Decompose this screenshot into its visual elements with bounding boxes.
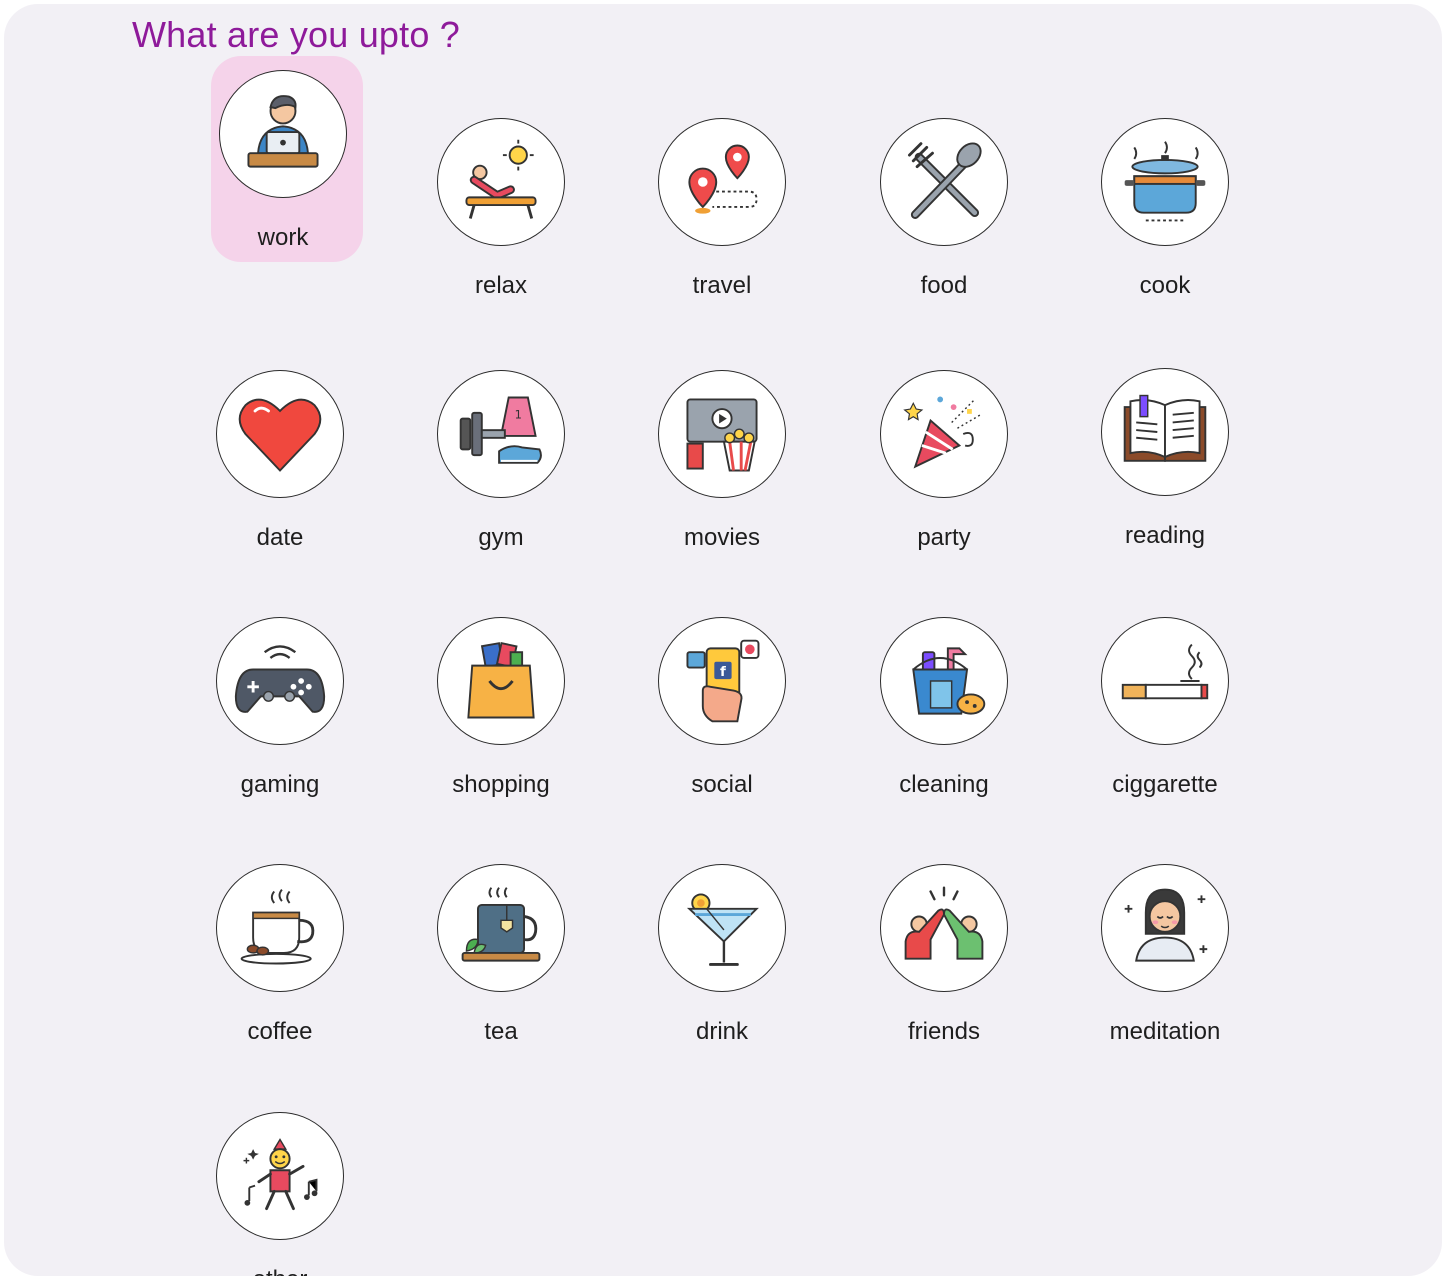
- activity-label: cleaning: [899, 771, 989, 798]
- activity-coffee[interactable]: coffee: [185, 864, 365, 1084]
- activity-label: social: [691, 771, 753, 798]
- activity-label: drink: [695, 1018, 749, 1045]
- activity-label: tea: [484, 1018, 518, 1045]
- activity-ciggarette[interactable]: ciggarette: [1070, 617, 1250, 837]
- activity-label: work: [257, 224, 309, 251]
- activity-panel: What are you upto ? work relax travel fo…: [4, 4, 1442, 1276]
- meditation-icon: [1101, 864, 1229, 992]
- activity-label: food: [920, 272, 968, 299]
- activity-social[interactable]: f social: [627, 617, 807, 837]
- sunbed-icon: [437, 118, 565, 246]
- svg-text:1: 1: [515, 408, 522, 422]
- page-title: What are you upto ?: [132, 14, 460, 55]
- shopping-bag-icon: [437, 617, 565, 745]
- activity-label: gaming: [240, 771, 320, 798]
- work-laptop-icon: [219, 70, 347, 198]
- activity-label: date: [256, 524, 304, 551]
- gamepad-icon: [216, 617, 344, 745]
- activity-label: shopping: [452, 771, 550, 798]
- activity-work[interactable]: work: [188, 56, 368, 338]
- party-popper-icon: [880, 370, 1008, 498]
- activity-reading[interactable]: reading: [1070, 368, 1250, 588]
- activity-label: party: [917, 524, 971, 551]
- cocktail-icon: [658, 864, 786, 992]
- activity-friends[interactable]: friends: [849, 864, 1029, 1084]
- activity-other[interactable]: other: [185, 1112, 365, 1276]
- activity-tea[interactable]: tea: [406, 864, 586, 1084]
- activity-shopping[interactable]: shopping: [406, 617, 586, 837]
- coffee-cup-icon: [216, 864, 344, 992]
- map-pins-icon: [658, 118, 786, 246]
- cooking-pot-icon: [1101, 118, 1229, 246]
- open-book-icon: [1101, 368, 1229, 496]
- cinema-popcorn-icon: [658, 370, 786, 498]
- activity-relax[interactable]: relax: [406, 118, 586, 338]
- activity-label: cook: [1139, 272, 1191, 299]
- cleaning-bucket-icon: [880, 617, 1008, 745]
- activity-date[interactable]: date: [185, 370, 365, 590]
- activity-label: movies: [683, 524, 761, 551]
- dumbbell-icon: 1: [437, 370, 565, 498]
- activity-cleaning[interactable]: cleaning: [849, 617, 1029, 837]
- activity-gym[interactable]: 1 gym: [406, 370, 586, 590]
- heart-icon: [216, 370, 344, 498]
- high-five-icon: [880, 864, 1008, 992]
- fork-spoon-icon: [880, 118, 1008, 246]
- activity-food[interactable]: food: [849, 118, 1029, 338]
- activity-party[interactable]: party: [849, 370, 1029, 590]
- tea-mug-icon: [437, 864, 565, 992]
- activity-label: reading: [1124, 522, 1206, 549]
- activity-meditation[interactable]: meditation: [1070, 864, 1250, 1084]
- activity-travel[interactable]: travel: [627, 118, 807, 338]
- activity-label: travel: [692, 272, 752, 299]
- activity-label: gym: [478, 524, 524, 551]
- activity-cook[interactable]: cook: [1070, 118, 1250, 338]
- activity-drink[interactable]: drink: [627, 864, 807, 1084]
- dancing-person-icon: [216, 1112, 344, 1240]
- activity-label: meditation: [1109, 1018, 1221, 1045]
- activity-label: relax: [474, 272, 528, 299]
- activity-label: ciggarette: [1112, 771, 1218, 798]
- activity-label: friends: [907, 1018, 981, 1045]
- activity-label: other: [185, 1266, 375, 1276]
- svg-text:f: f: [720, 665, 726, 680]
- cigarette-icon: [1101, 617, 1229, 745]
- activity-movies[interactable]: movies: [627, 370, 807, 590]
- activity-gaming[interactable]: gaming: [185, 617, 365, 837]
- phone-social-icon: f: [658, 617, 786, 745]
- activity-label: coffee: [247, 1018, 313, 1045]
